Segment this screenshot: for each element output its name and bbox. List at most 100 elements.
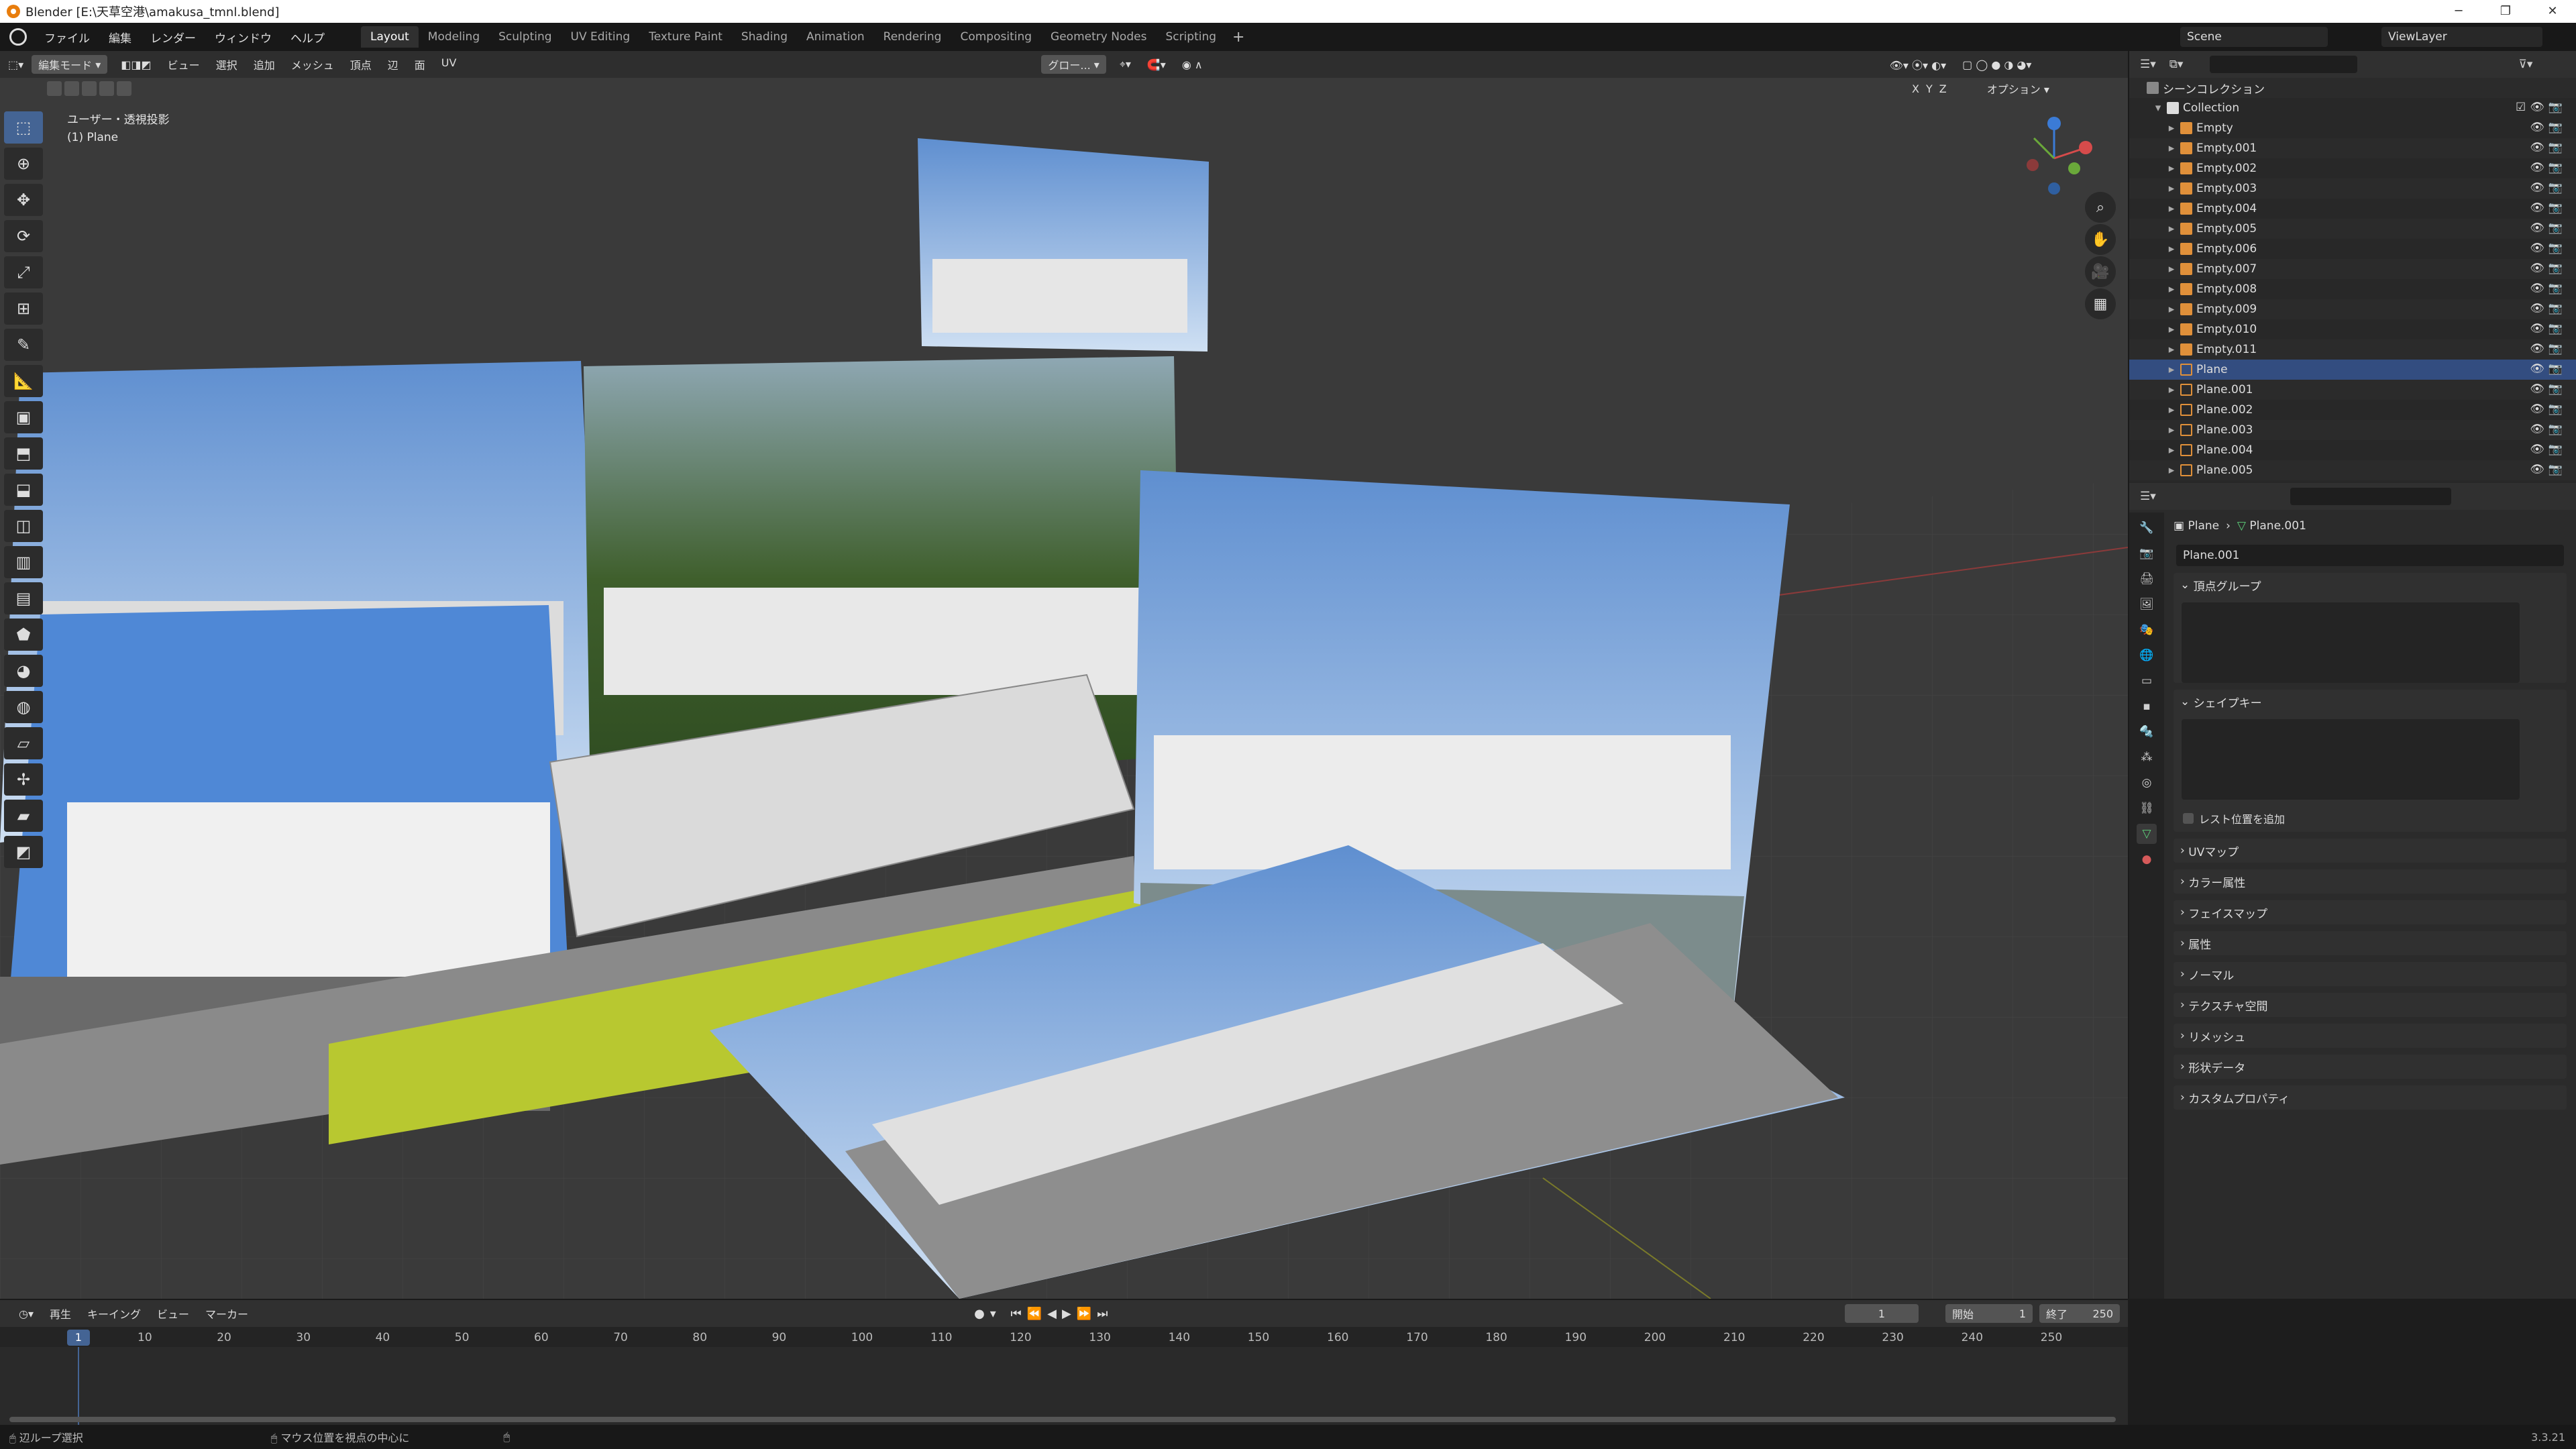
menu-help[interactable]: ヘルプ bbox=[281, 29, 334, 46]
viewport-menu-3[interactable]: メッシュ bbox=[283, 56, 342, 72]
menu-window[interactable]: ウィンドウ bbox=[205, 29, 281, 46]
properties-search[interactable] bbox=[2290, 488, 2451, 505]
tool-tab-icon[interactable]: 🔧 bbox=[2137, 518, 2157, 538]
tab-compositing[interactable]: Compositing bbox=[951, 26, 1041, 48]
visibility-icons[interactable]: 👁📷 bbox=[2530, 241, 2567, 255]
expand-icon[interactable]: ▸ bbox=[2167, 142, 2176, 155]
view-layer-tab-icon[interactable]: 🖼 bbox=[2137, 594, 2157, 614]
panel-header[interactable]: › ノーマル bbox=[2174, 962, 2567, 986]
shading-icons[interactable]: ▢ ◯ ● ◑ ◕▾ bbox=[1954, 58, 2039, 71]
panel-header[interactable]: › カラー属性 bbox=[2174, 869, 2567, 894]
tab-layout[interactable]: Layout bbox=[361, 26, 419, 48]
move-tool-icon[interactable]: ✥ bbox=[4, 184, 43, 216]
checkbox-box[interactable] bbox=[2183, 813, 2194, 824]
proportional-edit-icon[interactable]: ◉ ∧ bbox=[1174, 58, 1211, 71]
viewport-menu-5[interactable]: 辺 bbox=[380, 56, 407, 72]
visibility-icons[interactable]: 👁📷 bbox=[2530, 302, 2567, 315]
scene-selector[interactable]: Scene bbox=[2180, 27, 2328, 47]
filter-icon[interactable]: ⊽▾ bbox=[2518, 58, 2532, 71]
playback-controls[interactable]: ●▾ ⏮⏪◀▶⏩⏭ bbox=[974, 1307, 1113, 1321]
outliner-item[interactable]: ▸ Plane.005 👁📷 bbox=[2129, 460, 2576, 480]
visibility-icons[interactable]: 👁📷 bbox=[2530, 121, 2567, 134]
expand-icon[interactable]: ▸ bbox=[2167, 162, 2176, 175]
viewport-menu-4[interactable]: 頂点 bbox=[342, 56, 380, 72]
expand-icon[interactable]: ▸ bbox=[2167, 282, 2176, 296]
select-box-icon[interactable] bbox=[47, 81, 62, 96]
visibility-icons[interactable]: 👁📷 bbox=[2530, 423, 2567, 436]
add-workspace-icon[interactable]: + bbox=[1232, 29, 1244, 46]
outliner-item[interactable]: ▸ Plane.001 👁📷 bbox=[2129, 380, 2576, 400]
3d-viewport[interactable]: ⬚▾ 編集モード ▾ ◧◨◩ ビュー 選択 追加 メッシュ 頂点辺面 UV グロー... … bbox=[0, 51, 2128, 1299]
tab-geometry-nodes[interactable]: Geometry Nodes bbox=[1041, 26, 1156, 48]
expand-icon[interactable]: ▸ bbox=[2167, 202, 2176, 215]
menu-render[interactable]: レンダー bbox=[141, 29, 205, 46]
loop-cut-tool-icon[interactable]: ▥ bbox=[4, 546, 43, 578]
mesh-datablock-field[interactable]: Plane.001 bbox=[2176, 545, 2564, 566]
visibility-icons[interactable]: 👁📷 bbox=[2530, 443, 2567, 456]
outliner-item[interactable]: ▸ Empty.008 👁📷 bbox=[2129, 279, 2576, 299]
inset-tool-icon[interactable]: ⬓ bbox=[4, 474, 43, 506]
shrink-tool-icon[interactable]: ✢ bbox=[4, 763, 43, 796]
annotate-tool-icon[interactable]: ✎ bbox=[4, 329, 43, 361]
visibility-icons[interactable]: 👁📷 bbox=[2530, 402, 2567, 416]
viewport-menu-0[interactable]: ビュー bbox=[160, 56, 208, 72]
expand-icon[interactable]: ▸ bbox=[2167, 121, 2176, 135]
close-button[interactable]: ✕ bbox=[2529, 0, 2576, 23]
outliner-item[interactable]: ▸ Plane.002 👁📷 bbox=[2129, 400, 2576, 420]
expand-icon[interactable]: ▸ bbox=[2167, 242, 2176, 256]
timeline-menu-3[interactable]: マーカー bbox=[197, 1305, 256, 1322]
visibility-icons[interactable]: 👁📷 bbox=[2530, 262, 2567, 275]
visibility-icons[interactable]: 👁📷 bbox=[2530, 463, 2567, 476]
timeline-scrollbar[interactable] bbox=[9, 1417, 2116, 1422]
select-tool-icon[interactable]: ⬚ bbox=[4, 111, 43, 144]
viewlayer-selector[interactable]: ViewLayer bbox=[2381, 27, 2542, 47]
zoom-icon[interactable]: ⌕ bbox=[2085, 192, 2116, 223]
timeline-menu-0[interactable]: 再生 bbox=[42, 1305, 79, 1322]
viewport-menu-1[interactable]: 選択 bbox=[208, 56, 246, 72]
maximize-button[interactable]: ❐ bbox=[2482, 0, 2529, 23]
visibility-icons[interactable]: 👁📷 bbox=[2530, 221, 2567, 235]
transform-tool-icon[interactable]: ⊞ bbox=[4, 292, 43, 325]
panel-header[interactable]: › フェイスマップ bbox=[2174, 900, 2567, 924]
outliner-item[interactable]: ▸ Empty.004 👁📷 bbox=[2129, 199, 2576, 219]
expand-icon[interactable]: ▸ bbox=[2167, 222, 2176, 235]
shear-tool-icon[interactable]: ▰ bbox=[4, 800, 43, 832]
visibility-icons[interactable]: 👁📷 bbox=[2530, 181, 2567, 195]
outliner-item[interactable]: ▸ Empty.005 👁📷 bbox=[2129, 219, 2576, 239]
select-subtract-icon[interactable] bbox=[82, 81, 97, 96]
scene-tab-icon[interactable]: 🎭 bbox=[2137, 620, 2157, 640]
axis-z[interactable]: Z bbox=[1939, 83, 1947, 95]
expand-icon[interactable]: ▸ bbox=[2167, 423, 2176, 437]
visibility-icons[interactable]: 👁📷 bbox=[2530, 161, 2567, 174]
playhead[interactable] bbox=[78, 1347, 79, 1425]
panel-header[interactable]: › カスタムプロパティ bbox=[2174, 1085, 2567, 1110]
outliner-item[interactable]: ▸ Empty.002 👁📷 bbox=[2129, 158, 2576, 178]
outliner-item[interactable]: ▸ Plane.004 👁📷 bbox=[2129, 440, 2576, 460]
viewport-menu-7[interactable]: UV bbox=[433, 56, 465, 72]
tab-animation[interactable]: Animation bbox=[797, 26, 874, 48]
scene-collection-row[interactable]: シーンコレクション bbox=[2129, 78, 2576, 98]
current-frame-marker[interactable]: 1 bbox=[67, 1330, 90, 1346]
outliner-item[interactable]: ▸ Empty.009 👁📷 bbox=[2129, 299, 2576, 319]
expand-icon[interactable]: ▸ bbox=[2167, 182, 2176, 195]
visibility-icons[interactable]: 👁📷 bbox=[2530, 362, 2567, 376]
expand-icon[interactable]: ▸ bbox=[2167, 443, 2176, 457]
vertex-groups-header[interactable]: ⌄ 頂点グループ bbox=[2174, 573, 2567, 597]
select-intersect-icon[interactable] bbox=[117, 81, 131, 96]
world-tab-icon[interactable]: 🌐 bbox=[2137, 645, 2157, 665]
expand-icon[interactable]: ▸ bbox=[2167, 403, 2176, 417]
tab-modeling[interactable]: Modeling bbox=[419, 26, 489, 48]
collapse-icon[interactable]: ▾ bbox=[2153, 101, 2163, 115]
outliner-editor-icon[interactable]: ☰▾ bbox=[2140, 58, 2156, 71]
panel-header[interactable]: › テクスチャ空間 bbox=[2174, 993, 2567, 1017]
expand-icon[interactable]: ▸ bbox=[2167, 383, 2176, 396]
spin-tool-icon[interactable]: ◕ bbox=[4, 655, 43, 687]
overlay-icons[interactable]: 👁▾ ⦿▾ ◐▾ bbox=[1882, 56, 1955, 72]
panel-header[interactable]: › UVマップ bbox=[2174, 839, 2567, 863]
visibility-icons[interactable]: 👁📷 bbox=[2530, 141, 2567, 154]
rip-tool-icon[interactable]: ◩ bbox=[4, 836, 43, 868]
navigation-gizmo[interactable] bbox=[2007, 111, 2101, 205]
outliner-item[interactable]: ▸ Plane 👁📷 bbox=[2129, 360, 2576, 380]
ortho-grid-icon[interactable]: ▦ bbox=[2085, 288, 2116, 319]
outliner-item[interactable]: ▸ Empty.007 👁📷 bbox=[2129, 259, 2576, 279]
